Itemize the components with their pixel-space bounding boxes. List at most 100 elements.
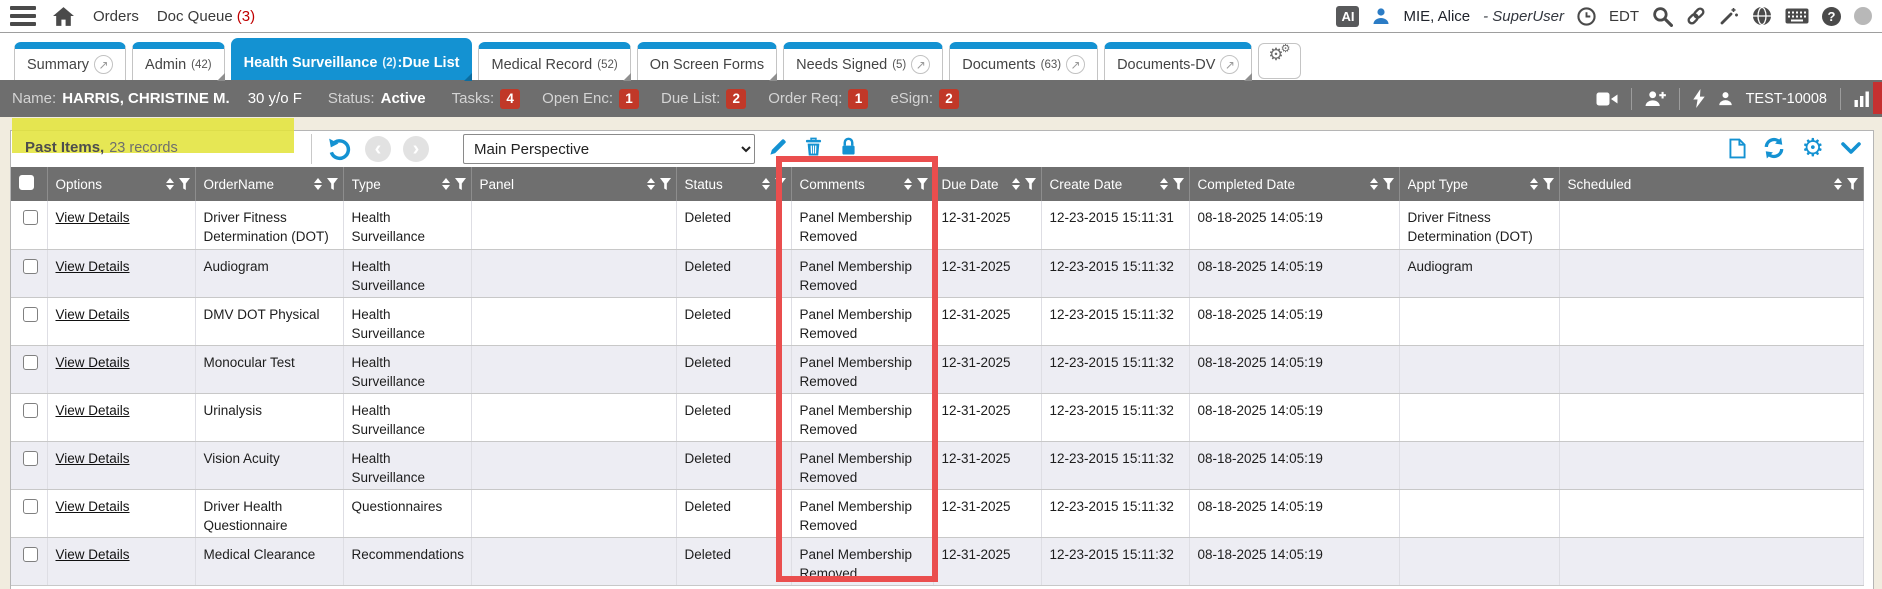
filter-funnel-icon[interactable] bbox=[327, 178, 338, 190]
row-checkbox[interactable] bbox=[23, 547, 38, 562]
tab-needs-signed[interactable]: Needs Signed (5) ↗ bbox=[783, 42, 943, 80]
refresh-icon[interactable] bbox=[1763, 137, 1785, 159]
help-icon[interactable]: ? bbox=[1822, 7, 1841, 26]
header-create-date[interactable]: Create Date bbox=[1041, 167, 1189, 201]
external-link-icon[interactable]: ↗ bbox=[911, 55, 930, 74]
header-type[interactable]: Type bbox=[343, 167, 471, 201]
filter-funnel-icon[interactable] bbox=[1383, 178, 1394, 190]
sort-icon[interactable] bbox=[647, 178, 655, 190]
view-details-link[interactable]: View Details bbox=[56, 451, 130, 466]
filter-funnel-icon[interactable] bbox=[660, 178, 671, 190]
hamburger-menu-icon[interactable] bbox=[10, 6, 36, 26]
sort-icon[interactable] bbox=[1530, 178, 1538, 190]
tab-health-surveillance[interactable]: Health Surveillance (2) :Due List bbox=[231, 38, 473, 80]
filter-funnel-icon[interactable] bbox=[455, 178, 466, 190]
add-person-icon[interactable] bbox=[1645, 90, 1666, 107]
tab-documents[interactable]: Documents (63) ↗ bbox=[949, 42, 1098, 80]
tab-settings-gears[interactable]: ⚙ ⚙ bbox=[1258, 43, 1300, 79]
next-page-icon[interactable]: › bbox=[403, 136, 429, 162]
wand-icon[interactable] bbox=[1719, 6, 1739, 26]
header-scheduled[interactable]: Scheduled bbox=[1559, 167, 1863, 201]
header-comments[interactable]: Comments bbox=[791, 167, 933, 201]
filter-funnel-icon[interactable] bbox=[179, 178, 190, 190]
row-checkbox[interactable] bbox=[23, 451, 38, 466]
row-checkbox[interactable] bbox=[23, 259, 38, 274]
sort-icon[interactable] bbox=[1160, 178, 1168, 190]
tab-summary[interactable]: Summary ↗ bbox=[14, 42, 126, 80]
view-details-link[interactable]: View Details bbox=[56, 259, 130, 274]
sort-icon[interactable] bbox=[1012, 178, 1020, 190]
sort-icon[interactable] bbox=[1834, 178, 1842, 190]
row-checkbox[interactable] bbox=[23, 499, 38, 514]
keyboard-icon[interactable] bbox=[1785, 8, 1809, 24]
video-camera-icon[interactable] bbox=[1596, 92, 1618, 106]
sort-icon[interactable] bbox=[166, 178, 174, 190]
sort-icon[interactable] bbox=[314, 178, 322, 190]
breadcrumb-orders[interactable]: Orders bbox=[93, 8, 139, 25]
tab-on-screen-forms[interactable]: On Screen Forms bbox=[637, 42, 777, 80]
person-icon[interactable] bbox=[1718, 91, 1733, 106]
collapse-chevron-icon[interactable] bbox=[1841, 142, 1861, 154]
edit-pencil-icon[interactable] bbox=[769, 137, 788, 156]
external-link-icon[interactable]: ↗ bbox=[1066, 55, 1085, 74]
filter-funnel-icon[interactable] bbox=[917, 178, 928, 190]
filter-funnel-icon[interactable] bbox=[1173, 178, 1184, 190]
view-details-link[interactable]: View Details bbox=[56, 547, 130, 562]
view-details-link[interactable]: View Details bbox=[56, 210, 130, 225]
external-link-icon[interactable]: ↗ bbox=[94, 55, 113, 74]
new-document-icon[interactable] bbox=[1729, 138, 1746, 159]
header-appt-type[interactable]: Appt Type bbox=[1399, 167, 1559, 201]
settings-gear-icon[interactable]: ⚙ bbox=[1802, 136, 1824, 160]
order-req-badge[interactable]: 1 bbox=[848, 89, 868, 109]
esign-badge[interactable]: 2 bbox=[939, 89, 959, 109]
prev-page-icon[interactable]: ‹ bbox=[365, 136, 391, 162]
header-options[interactable]: Options bbox=[47, 167, 195, 201]
open-enc-badge[interactable]: 1 bbox=[619, 89, 639, 109]
view-details-link[interactable]: View Details bbox=[56, 355, 130, 370]
home-icon[interactable] bbox=[52, 6, 75, 27]
filter-funnel-icon[interactable] bbox=[775, 178, 786, 190]
header-status[interactable]: Status bbox=[676, 167, 791, 201]
filter-funnel-icon[interactable] bbox=[1543, 178, 1554, 190]
globe-icon[interactable] bbox=[1752, 6, 1772, 26]
perspective-select[interactable]: Main Perspective bbox=[463, 134, 755, 164]
link-icon[interactable] bbox=[1686, 6, 1706, 26]
view-details-link[interactable]: View Details bbox=[56, 307, 130, 322]
tasks-badge[interactable]: 4 bbox=[500, 89, 520, 109]
clock-icon[interactable] bbox=[1577, 7, 1596, 26]
header-ordername[interactable]: OrderName bbox=[195, 167, 343, 201]
breadcrumb-doc-queue[interactable]: Doc Queue(3) bbox=[157, 8, 255, 25]
header-due-date[interactable]: Due Date bbox=[933, 167, 1041, 201]
external-link-icon[interactable]: ↗ bbox=[1220, 55, 1239, 74]
chart-id[interactable]: TEST-10008 bbox=[1746, 91, 1827, 107]
row-checkbox[interactable] bbox=[23, 355, 38, 370]
tab-admin[interactable]: Admin (42) bbox=[132, 42, 225, 80]
tab-documents-dv[interactable]: Documents-DV ↗ bbox=[1104, 42, 1252, 80]
bar-chart-icon[interactable] bbox=[1854, 91, 1870, 107]
search-icon[interactable] bbox=[1652, 6, 1673, 27]
lightning-icon[interactable] bbox=[1693, 89, 1705, 108]
cell-create-date: 12-23-2015 15:11:32 bbox=[1041, 297, 1189, 345]
view-details-link[interactable]: View Details bbox=[56, 499, 130, 514]
row-checkbox[interactable] bbox=[23, 307, 38, 322]
user-icon[interactable] bbox=[1372, 7, 1390, 25]
view-details-link[interactable]: View Details bbox=[56, 403, 130, 418]
filter-funnel-icon[interactable] bbox=[1025, 178, 1036, 190]
due-list-badge[interactable]: 2 bbox=[726, 89, 746, 109]
sort-icon[interactable] bbox=[904, 178, 912, 190]
sort-icon[interactable] bbox=[1370, 178, 1378, 190]
header-completed-date[interactable]: Completed Date bbox=[1189, 167, 1399, 201]
filter-funnel-icon[interactable] bbox=[1847, 178, 1858, 190]
sort-icon[interactable] bbox=[762, 178, 770, 190]
user-name[interactable]: MIE, Alice bbox=[1403, 8, 1470, 25]
undo-icon[interactable] bbox=[327, 137, 351, 161]
lock-icon[interactable] bbox=[841, 137, 856, 156]
header-panel[interactable]: Panel bbox=[471, 167, 676, 201]
select-all-checkbox[interactable] bbox=[19, 175, 34, 190]
sort-icon[interactable] bbox=[442, 178, 450, 190]
row-checkbox[interactable] bbox=[23, 403, 38, 418]
delete-trash-icon[interactable] bbox=[805, 137, 822, 156]
ai-badge[interactable]: AI bbox=[1336, 6, 1359, 27]
row-checkbox[interactable] bbox=[23, 210, 38, 225]
tab-medical-record[interactable]: Medical Record (52) bbox=[478, 42, 630, 80]
